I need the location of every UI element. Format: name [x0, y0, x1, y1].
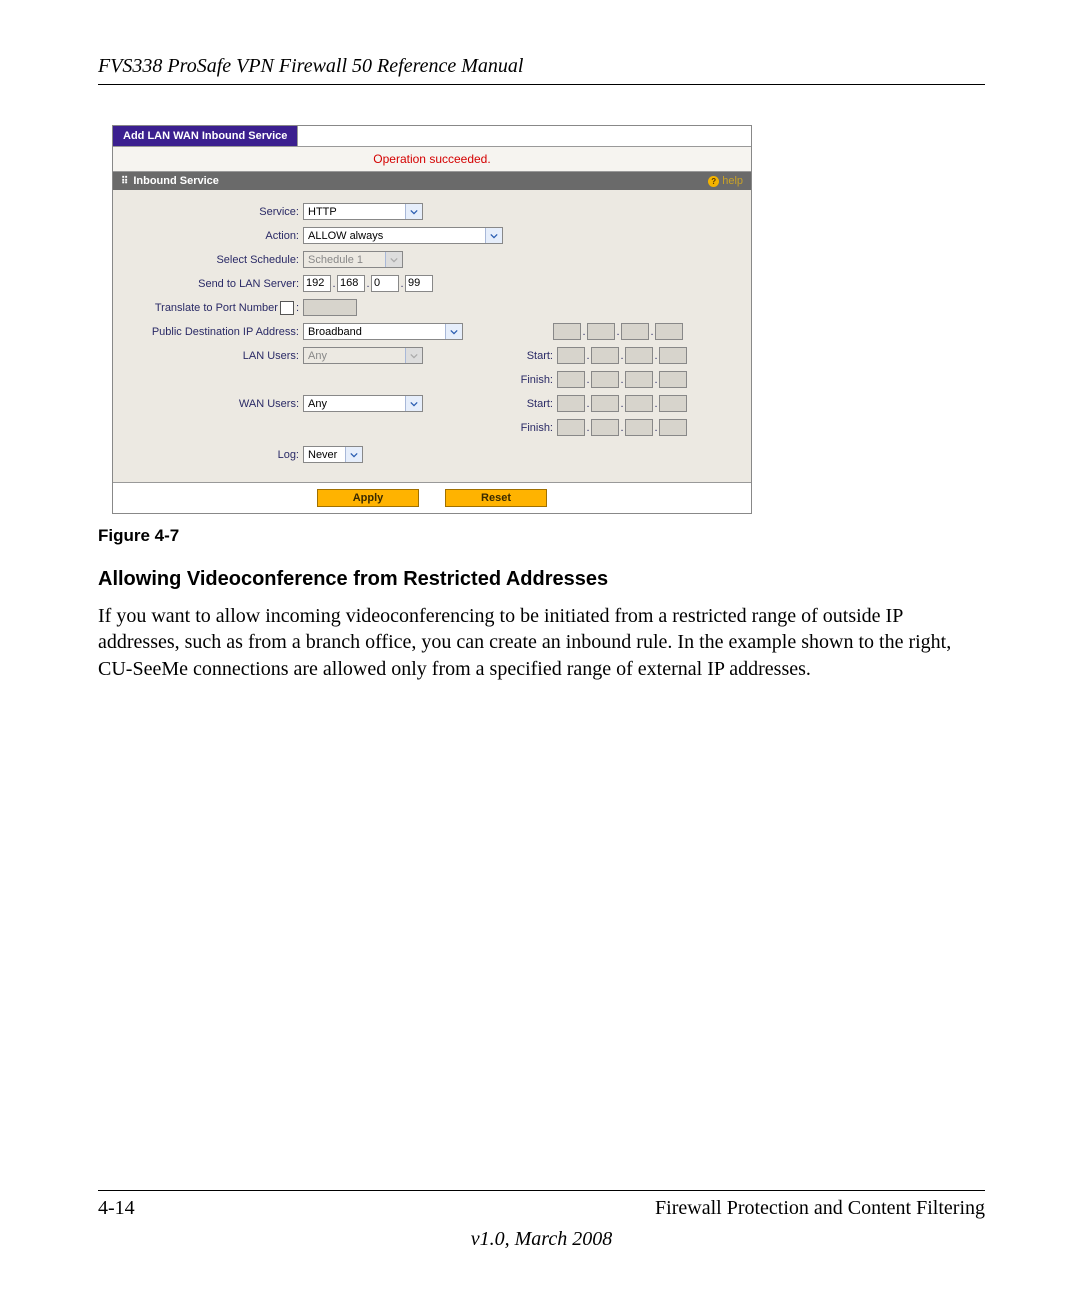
lan-ip-octet-2[interactable]: 168 [337, 275, 365, 292]
select-action[interactable]: ALLOW always [303, 227, 503, 244]
lan-finish-2 [591, 371, 619, 388]
tab-row: Add LAN WAN Inbound Service [113, 126, 751, 147]
wan-finish-2 [591, 419, 619, 436]
label-wan-finish: Finish: [423, 422, 557, 434]
lan-finish-1 [557, 371, 585, 388]
chevron-down-icon [385, 252, 402, 267]
lan-start-1 [557, 347, 585, 364]
select-log[interactable]: Never [303, 446, 363, 463]
label-public-dest: Public Destination IP Address: [121, 326, 303, 338]
wan-start-3 [625, 395, 653, 412]
footer-version: v1.0, March 2008 [98, 1228, 985, 1251]
pubdest-ip-4 [655, 323, 683, 340]
apply-button[interactable]: Apply [317, 489, 419, 507]
section-bar: ⠿ Inbound Service ? help [113, 172, 751, 190]
select-public-dest[interactable]: Broadband [303, 323, 463, 340]
lan-finish-4 [659, 371, 687, 388]
lan-ip-octet-3[interactable]: 0 [371, 275, 399, 292]
chevron-down-icon [445, 324, 462, 339]
select-service[interactable]: HTTP [303, 203, 423, 220]
help-link[interactable]: ? help [708, 175, 743, 187]
lan-ip-octet-1[interactable]: 192 [303, 275, 331, 292]
lan-ip-octet-4[interactable]: 99 [405, 275, 433, 292]
section-heading: Allowing Videoconference from Restricted… [98, 568, 985, 591]
reset-button[interactable]: Reset [445, 489, 547, 507]
chevron-down-icon [405, 204, 422, 219]
lan-start-3 [625, 347, 653, 364]
help-label: help [722, 175, 743, 187]
body-paragraph: If you want to allow incoming videoconfe… [98, 603, 985, 682]
chevron-down-icon [345, 447, 362, 462]
help-icon: ? [708, 176, 719, 187]
chevron-down-icon [485, 228, 502, 243]
chevron-down-icon [405, 396, 422, 411]
figure-caption: Figure 4-7 [98, 526, 985, 546]
pubdest-ip-1 [553, 323, 581, 340]
button-bar: Apply Reset [113, 483, 751, 513]
section-title: Inbound Service [133, 175, 219, 187]
select-schedule-value: Schedule 1 [304, 254, 385, 266]
wan-finish-3 [625, 419, 653, 436]
translate-port-checkbox[interactable] [280, 301, 294, 315]
label-service: Service: [121, 206, 303, 218]
translate-port-input [303, 299, 357, 316]
label-lan-users: LAN Users: [121, 350, 303, 362]
grip-icon: ⠿ [121, 176, 127, 187]
doc-header: FVS338 ProSafe VPN Firewall 50 Reference… [98, 55, 985, 85]
label-translate-colon: : [296, 302, 299, 314]
label-send-to-lan: Send to LAN Server: [121, 278, 303, 290]
label-translate-port: Translate to Port Number [155, 302, 278, 314]
label-lan-finish: Finish: [423, 374, 557, 386]
footer-page-number: 4-14 [98, 1197, 135, 1220]
select-service-value: HTTP [304, 206, 405, 218]
lan-finish-3 [625, 371, 653, 388]
tab-add-inbound-service[interactable]: Add LAN WAN Inbound Service [113, 126, 298, 146]
wan-finish-1 [557, 419, 585, 436]
label-action: Action: [121, 230, 303, 242]
select-lan-users-value: Any [304, 350, 405, 362]
wan-start-2 [591, 395, 619, 412]
form-area: Service: HTTP Action: ALLOW always Selec… [113, 190, 751, 483]
select-action-value: ALLOW always [304, 230, 485, 242]
select-schedule: Schedule 1 [303, 251, 403, 268]
footer-chapter: Firewall Protection and Content Filterin… [655, 1197, 985, 1220]
label-schedule: Select Schedule: [121, 254, 303, 266]
wan-start-1 [557, 395, 585, 412]
select-public-dest-value: Broadband [304, 326, 445, 338]
select-lan-users: Any [303, 347, 423, 364]
lan-start-4 [659, 347, 687, 364]
page-footer: 4-14 Firewall Protection and Content Fil… [98, 1190, 985, 1251]
config-screenshot: Add LAN WAN Inbound Service Operation su… [112, 125, 752, 514]
pubdest-ip-2 [587, 323, 615, 340]
select-wan-users-value: Any [304, 398, 405, 410]
chevron-down-icon [405, 348, 422, 363]
status-message: Operation succeeded. [113, 147, 751, 172]
select-wan-users[interactable]: Any [303, 395, 423, 412]
label-log: Log: [121, 449, 303, 461]
label-lan-start: Start: [423, 350, 557, 362]
wan-start-4 [659, 395, 687, 412]
lan-start-2 [591, 347, 619, 364]
pubdest-ip-3 [621, 323, 649, 340]
label-wan-users: WAN Users: [121, 398, 303, 410]
label-wan-start: Start: [423, 398, 557, 410]
wan-finish-4 [659, 419, 687, 436]
select-log-value: Never [304, 449, 345, 461]
